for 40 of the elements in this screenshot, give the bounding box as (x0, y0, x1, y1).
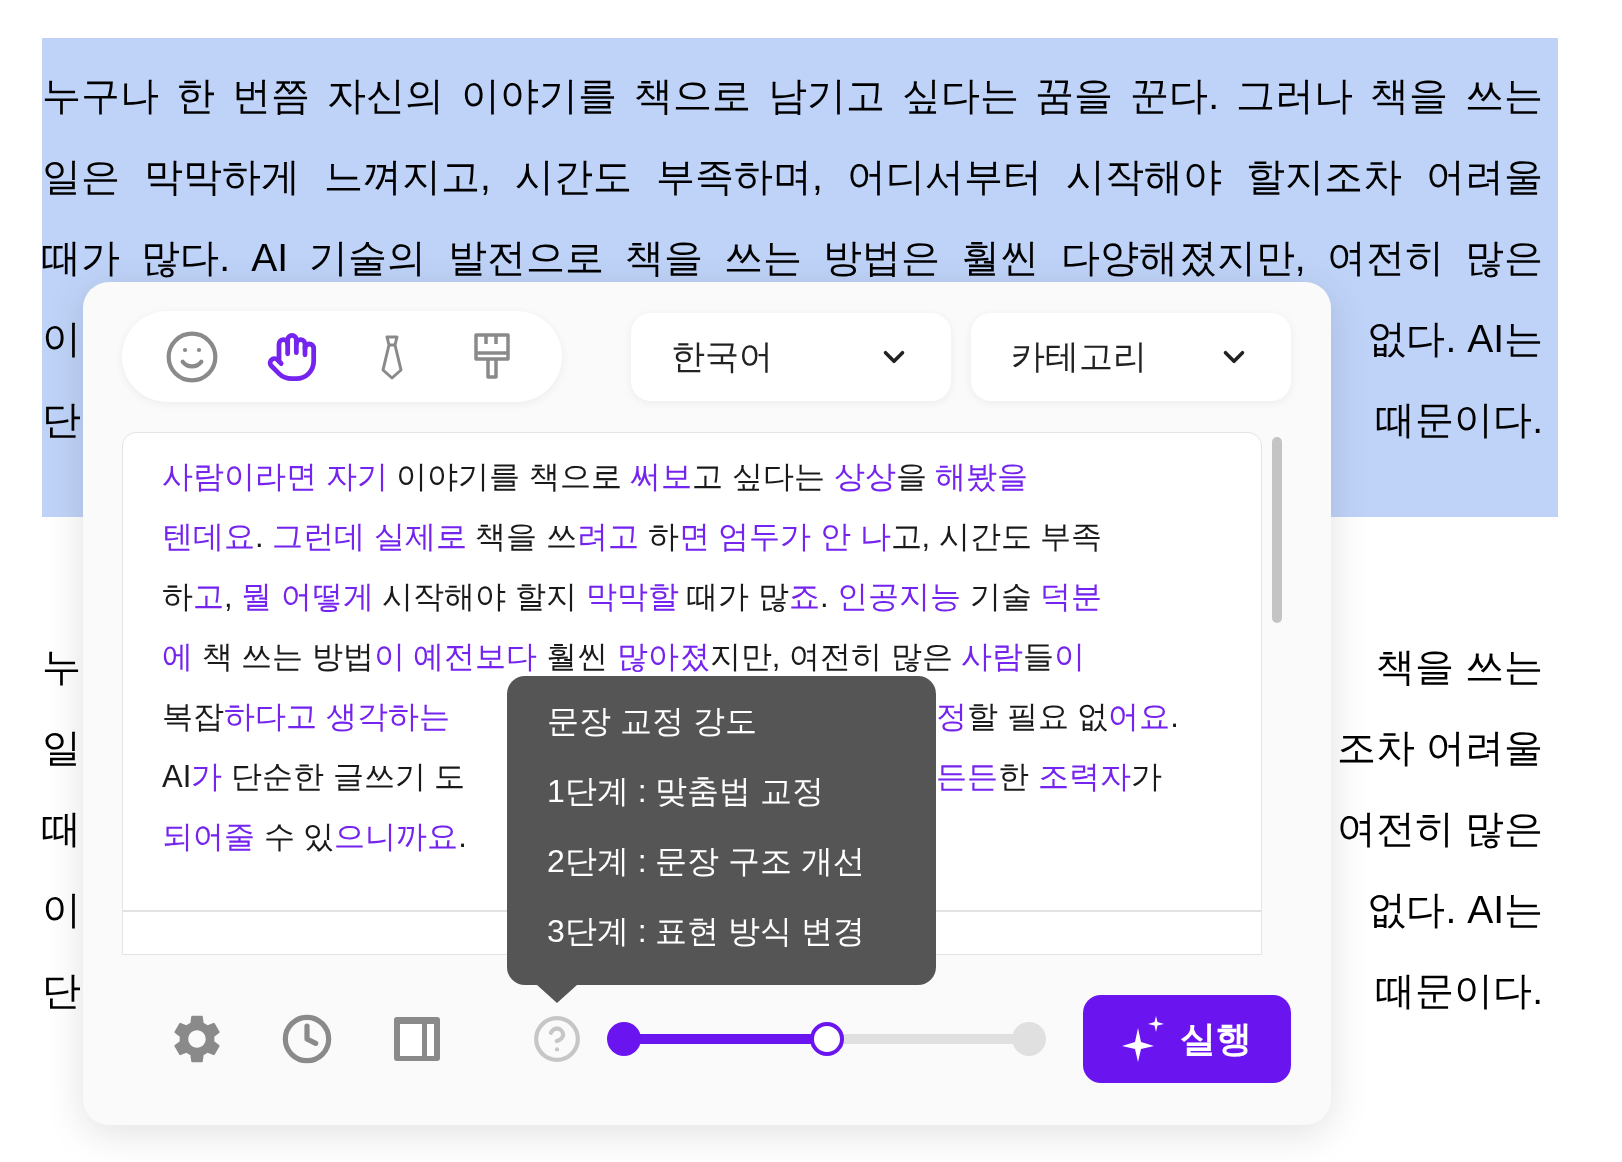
paragraph-line: 일 (42, 725, 81, 772)
tooltip-title: 문장 교정 강도 (547, 702, 757, 741)
paragraph-line: 단 (42, 397, 81, 444)
paragraph-line: 때가 많다. AI 기술의 발전으로 책을 쓰는 방법은 훨씬 다양해졌지만, 여전히 많은 (42, 235, 1543, 282)
suggestion-text-line: 정할 필요 없어요. (936, 697, 1179, 736)
strength-slider[interactable] (607, 1022, 1046, 1056)
side-panel-icon[interactable] (392, 1014, 442, 1064)
suggestion-text-line: AI가 단순한 글쓰기 도 (162, 757, 466, 796)
tooltip-text: 3단계 : 표현 방식 변경 (547, 912, 866, 951)
strength-slider-thumb[interactable] (809, 1022, 844, 1056)
dropdown[interactable]: 한국어 (631, 312, 951, 401)
paragraph-line: 때 (42, 806, 81, 853)
paragraph-line: 단 (42, 968, 81, 1015)
paragraph-line: 때문이다. (1376, 397, 1543, 444)
dropdown[interactable]: 카테고리 (971, 312, 1291, 401)
paragraph-line: 누 (42, 644, 81, 691)
tooltip-text: 2단계 : 문장 구조 개선 (547, 842, 866, 881)
suggestion-text-line: 텐데요. 그런데 실제로 책을 쓰려고 하면 엄두가 안 나고, 시간도 부족 (162, 517, 1103, 556)
suggestion-text-line: 에 책 쓰는 방법 이 예전보다 훨씬 많아졌지만, 여전히 많은 사람들이 (162, 637, 1086, 676)
paragraph-line: 일은 막막하게 느껴지고, 시간도 부족하며, 어디서부터 시작해야 할지조차 어려울 (42, 154, 1543, 201)
paragraph-line: 없다. AI는 (1367, 316, 1543, 363)
scrollbar-thumb[interactable] (1272, 437, 1282, 623)
paragraph-line: 누구나 한 번쯤 자신의 이야기를 책으로 남기고 싶다는 꿈을 꾼다. 그러나 책을 쓰는 (42, 73, 1543, 120)
paragraph-line: 여전히 많은 (1337, 806, 1543, 853)
paragraph-line: 이 (42, 887, 81, 934)
suggestion-text-line: 복잡하다고 생각하는 (162, 697, 450, 736)
paragraph-line: 조차 어려울 (1337, 725, 1543, 772)
suggestion-text-line: 든든한 조력자가 (936, 757, 1162, 796)
suggestion-text-line: 하고, 뭘 어떻게 시작해야 할지 막막할 때가 많죠. 인공지능 기술 덕분 (162, 577, 1103, 616)
paragraph-line: 책을 쓰는 (1376, 644, 1543, 691)
paragraph-line: 없다. AI는 (1367, 887, 1543, 934)
tooltip-text: 1단계 : 맞춤법 교정 (547, 772, 825, 811)
paragraph-line: 이 (42, 316, 81, 363)
run-button[interactable]: 실행 (1083, 995, 1291, 1083)
paragraph-line: 때문이다. (1376, 968, 1543, 1015)
paintbrush-icon (472, 331, 512, 382)
suggestion-text-line: 되어줄 수 있으니까요. (162, 817, 467, 856)
clock-icon[interactable] (281, 1013, 333, 1065)
suggestion-text-line: 사람이라면 자기 이야기를 책으로 써보고 싶다는 상상을 해봤을 (162, 457, 1029, 496)
hand-icon (266, 330, 318, 383)
